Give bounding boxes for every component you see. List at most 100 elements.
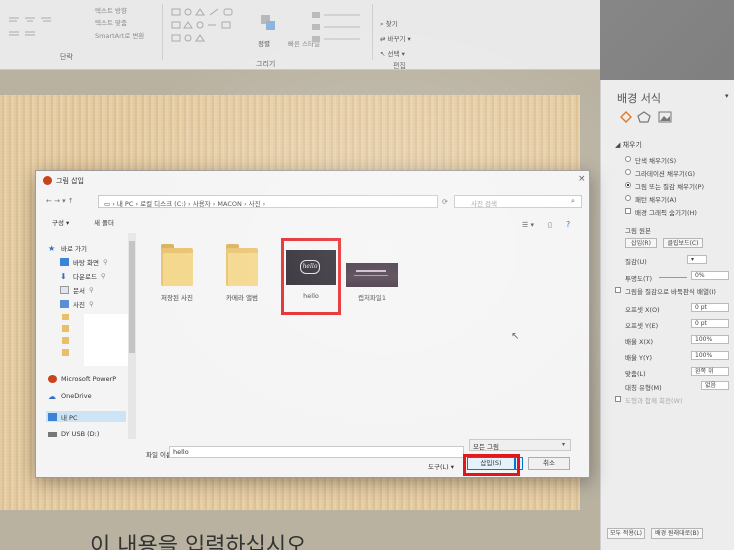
- scale-y-input[interactable]: 100%: [691, 351, 729, 360]
- nav-label: 문서: [73, 287, 85, 295]
- pentagon-effects-icon[interactable]: [637, 111, 651, 123]
- offset-x-label: 오프셋 X(O): [625, 306, 660, 314]
- reset-background-button[interactable]: 배경 원래대로(B): [651, 528, 703, 539]
- pin-icon: ⚲: [88, 300, 94, 308]
- tile-label: 그림을 질감으로 바둑판식 배열(I): [625, 288, 716, 296]
- scale-x-input[interactable]: 100%: [691, 335, 729, 344]
- convert-smartart-button[interactable]: SmartArt로 변환: [95, 30, 144, 40]
- nav-item-onedrive[interactable]: ☁ OneDrive: [48, 392, 92, 401]
- close-icon[interactable]: ×: [578, 174, 586, 184]
- highlight-box-hello: [281, 238, 341, 315]
- search-icon: ⌕: [571, 197, 575, 205]
- arrange-button[interactable]: 정렬: [258, 38, 270, 48]
- shapes-gallery[interactable]: [170, 6, 250, 46]
- align-text-button[interactable]: 텍스트 맞춤: [95, 17, 127, 27]
- star-icon: ★: [48, 244, 56, 253]
- preview-pane-icon[interactable]: ▯: [548, 221, 552, 229]
- breadcrumb-item[interactable]: 내 PC: [117, 200, 134, 208]
- computer-icon: [48, 412, 57, 421]
- nav-item-usb[interactable]: DY USB (D:): [48, 430, 99, 438]
- file-label: 캡처파일1: [357, 294, 387, 302]
- radio-label: 그림 또는 질감 채우기(P): [635, 183, 705, 191]
- select-button[interactable]: ↖ 선택 ▾: [380, 48, 405, 58]
- offset-y-input[interactable]: 0 pt: [691, 319, 729, 328]
- nav-item-downloads[interactable]: ⬇ 다운로드 ⚲: [60, 271, 106, 281]
- folder-icon[interactable]: [226, 244, 258, 286]
- hide-bg-graphics-label: 배경 그래픽 숨기기(H): [635, 209, 697, 217]
- cloud-icon: ☁: [48, 392, 56, 401]
- pane-title: 배경 서식: [617, 92, 661, 105]
- address-bar[interactable]: ▭ › 내 PC › 로컬 디스크 (C:) › 사용자 › MACON › 사…: [98, 195, 438, 208]
- nav-back-forward-icons[interactable]: ← → ▾ ↑: [46, 197, 74, 205]
- find-label: 찾기: [385, 20, 398, 28]
- apply-all-button[interactable]: 모두 적용(L): [607, 528, 645, 539]
- nav-scrollbar[interactable]: [128, 233, 136, 439]
- highlight-box-insert: [463, 454, 520, 476]
- picture-icon[interactable]: [658, 111, 672, 123]
- shape-fill-outline[interactable]: [310, 8, 365, 48]
- transparency-slider[interactable]: [659, 277, 687, 278]
- radio-gradient-fill[interactable]: [625, 169, 631, 175]
- slide-body-text[interactable]: 이 내용을 입력하십시오: [90, 528, 306, 550]
- nav-item-pictures[interactable]: 사진 ⚲: [60, 299, 94, 309]
- file-label: 카메라 앨범: [226, 294, 258, 302]
- nav-label: 바탕 화면: [73, 259, 99, 267]
- fill-section-header[interactable]: ◢ 채우기: [615, 140, 642, 150]
- transparency-input[interactable]: 0%: [691, 271, 729, 280]
- texture-dropdown[interactable]: ▾: [687, 255, 707, 264]
- new-folder-button[interactable]: 새 폴더: [94, 217, 114, 227]
- nav-item-desktop[interactable]: 바탕 화면 ⚲: [60, 257, 108, 267]
- search-box[interactable]: 사진 검색 ⌕: [454, 195, 582, 208]
- breadcrumb-item[interactable]: 로컬 디스크 (C:): [140, 200, 186, 208]
- hide-bg-graphics-checkbox[interactable]: [625, 208, 631, 214]
- refresh-icon[interactable]: ⟳: [442, 198, 448, 206]
- pin-icon: ⚲: [88, 286, 94, 294]
- paragraph-tools: [5, 12, 85, 40]
- breadcrumb-item[interactable]: 사진: [249, 200, 261, 208]
- folder-icon[interactable]: [161, 244, 193, 286]
- scale-x-label: 배율 X(X): [625, 338, 654, 346]
- mouse-cursor-icon: ↖: [511, 331, 520, 342]
- nav-item-documents[interactable]: 문서 ⚲: [60, 285, 94, 295]
- alignment-dropdown[interactable]: 왼쪽 위: [691, 367, 729, 376]
- fill-bucket-icon[interactable]: [620, 111, 632, 123]
- radio-pattern-fill[interactable]: [625, 195, 631, 201]
- rotate-with-shape-checkbox[interactable]: [615, 396, 621, 402]
- scale-y-label: 배율 Y(Y): [625, 354, 653, 362]
- text-direction-button[interactable]: 텍스트 방향: [95, 5, 127, 15]
- tile-checkbox[interactable]: [615, 287, 621, 293]
- document-icon: [60, 286, 69, 294]
- radio-picture-fill[interactable]: [625, 182, 631, 188]
- dialog-title: 그림 삽입: [56, 177, 84, 185]
- pane-menu-chevron-icon[interactable]: ▾: [725, 92, 729, 100]
- nav-item-this-pc[interactable]: 내 PC: [46, 411, 126, 422]
- breadcrumb-item[interactable]: 사용자: [193, 200, 211, 208]
- nav-item-powerpoint[interactable]: Microsoft PowerP: [48, 375, 116, 383]
- replace-button[interactable]: ⇄ 바꾸기 ▾: [380, 33, 411, 43]
- tools-menu[interactable]: 도구(L) ▾: [428, 461, 454, 471]
- usb-icon: [48, 431, 57, 437]
- cancel-button[interactable]: 취소: [528, 457, 570, 470]
- mirror-dropdown[interactable]: 없음: [701, 381, 729, 390]
- offset-x-input[interactable]: 0 pt: [691, 303, 729, 312]
- nav-item-quick-access[interactable]: ★ 바로 가기: [48, 243, 87, 253]
- find-button[interactable]: ⌕ 찾기: [380, 18, 398, 29]
- filename-input[interactable]: hello: [169, 446, 464, 458]
- pane-clipboard-button[interactable]: 클립보드(C): [663, 238, 703, 248]
- nav-label: DY USB (D:): [61, 430, 100, 438]
- organize-button[interactable]: 구성 ▾: [52, 217, 69, 227]
- shapes-icon: [171, 8, 233, 42]
- radio-label: 단색 채우기(S): [635, 157, 677, 165]
- pin-icon: ⚲: [100, 272, 106, 280]
- help-icon[interactable]: ?: [566, 220, 570, 229]
- breadcrumb-item[interactable]: MACON: [217, 200, 241, 208]
- radio-solid-fill[interactable]: [625, 156, 631, 162]
- pane-tabs: [619, 110, 679, 124]
- filetype-dropdown[interactable]: 모든 그림 ▾: [469, 439, 571, 451]
- image-thumbnail-capture[interactable]: [346, 263, 398, 287]
- view-options-icon[interactable]: ☰ ▾: [522, 221, 534, 229]
- pin-icon: ⚲: [103, 258, 108, 266]
- nav-label: 사진: [73, 301, 85, 309]
- nav-scrollbar-thumb[interactable]: [129, 241, 135, 353]
- pane-insert-button[interactable]: 삽입(R): [625, 238, 657, 248]
